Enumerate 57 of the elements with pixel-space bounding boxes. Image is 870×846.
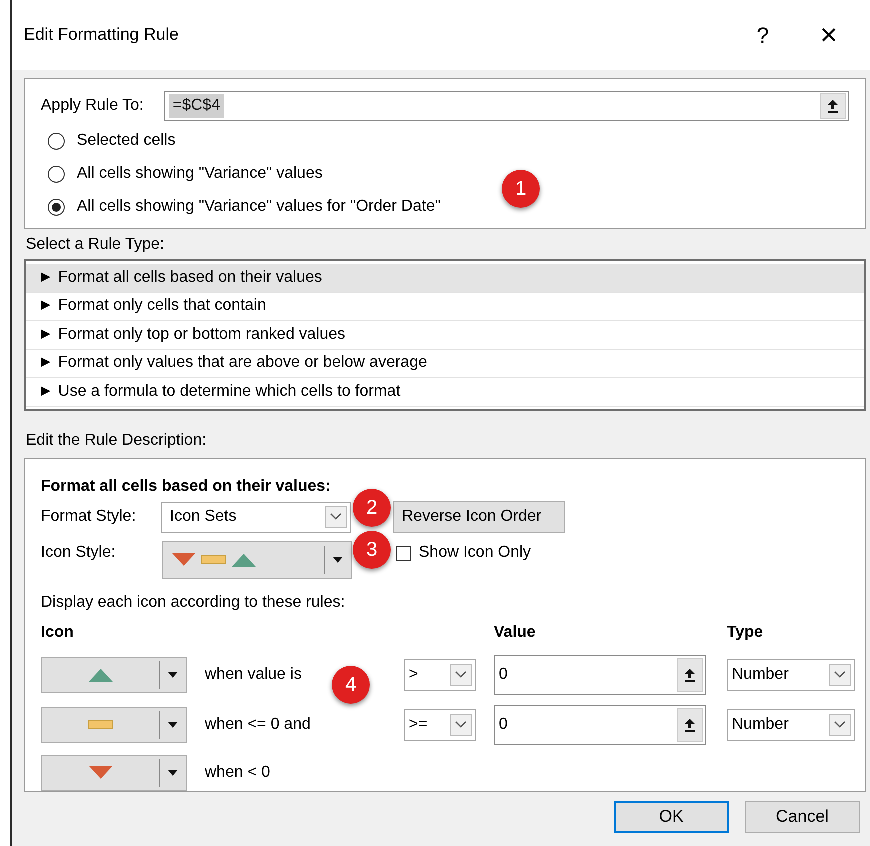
format-style-dropdown[interactable]: Icon Sets — [161, 502, 351, 532]
close-button[interactable]: × — [804, 12, 854, 58]
dropdown-chevron-icon[interactable] — [325, 506, 347, 528]
window-title: Edit Formatting Rule — [24, 24, 179, 46]
condition-text: when <= 0 and — [205, 715, 311, 735]
icon-dropdown[interactable] — [41, 755, 187, 791]
radio-label[interactable]: All cells showing "Variance" values for "Order Date" — [77, 195, 441, 219]
dropdown-chevron-icon[interactable] — [450, 664, 472, 686]
radio-label[interactable]: All cells showing "Variance" values — [77, 162, 323, 186]
collapse-button[interactable] — [677, 708, 703, 742]
caret-icon — [168, 722, 178, 728]
condition-text: when < 0 — [205, 763, 270, 783]
type-dropdown[interactable]: Number — [727, 709, 855, 741]
radio-button[interactable] — [48, 132, 65, 150]
radio-button[interactable] — [48, 198, 65, 216]
dropdown-chevron-icon[interactable] — [829, 714, 851, 736]
section-heading: Format all cells based on their values: — [41, 477, 332, 497]
field-label: Apply Rule To: — [41, 96, 144, 116]
list-item[interactable]: ► Format only values that are above or below average — [26, 350, 864, 378]
list-item[interactable]: ► Format only cells that contain — [26, 292, 864, 321]
dialog-button[interactable]: Cancel — [745, 801, 860, 833]
field-label: Icon Style: — [41, 543, 117, 563]
checkbox[interactable] — [396, 546, 411, 560]
dialog-button[interactable]: OK — [614, 801, 729, 833]
help-button[interactable]: ? — [738, 18, 788, 52]
dropdown-chevron-icon[interactable] — [450, 714, 472, 736]
list-item[interactable]: ► Format only top or bottom ranked values — [26, 321, 864, 350]
operator-dropdown[interactable]: >= — [404, 709, 476, 741]
icon-style-dropdown[interactable] — [162, 541, 352, 579]
column-header: Icon — [41, 623, 74, 643]
section-label: Select a Rule Type: — [26, 235, 166, 255]
caret-icon — [168, 672, 178, 678]
column-header: Type — [727, 623, 764, 643]
section-label: Edit the Rule Description: — [26, 431, 208, 451]
list-item[interactable]: ► Use a formula to determine which cells to format — [26, 378, 864, 406]
column-header: Value — [494, 623, 536, 643]
value-input-field[interactable]: 0 — [494, 705, 706, 745]
upload-arrow-icon — [684, 718, 696, 732]
upload-arrow-icon — [827, 99, 839, 113]
reverse-icon-order-button[interactable]: Reverse Icon Order — [393, 501, 565, 533]
caret-icon — [168, 770, 178, 776]
checkbox-label[interactable]: Show Icon Only — [419, 541, 532, 565]
field-label: Format Style: — [41, 507, 138, 527]
list-item[interactable]: ► Format all cells based on their values — [26, 264, 864, 292]
caption-text: Display each icon according to these rules: — [41, 593, 346, 613]
radio-button[interactable] — [48, 166, 65, 182]
collapse-button[interactable] — [677, 658, 703, 692]
condition-text: when value is — [205, 665, 302, 685]
range-input-field[interactable]: =$C$4 — [164, 91, 849, 121]
operator-dropdown[interactable]: > — [404, 659, 476, 691]
collapse-button[interactable] — [820, 93, 846, 119]
dropdown-chevron-icon[interactable] — [829, 664, 851, 686]
radio-label[interactable]: Selected cells — [77, 129, 176, 153]
caret-icon — [333, 557, 343, 563]
value-input-field[interactable]: 0 — [494, 655, 706, 695]
upload-arrow-icon — [684, 668, 696, 682]
type-dropdown[interactable]: Number — [727, 659, 855, 691]
